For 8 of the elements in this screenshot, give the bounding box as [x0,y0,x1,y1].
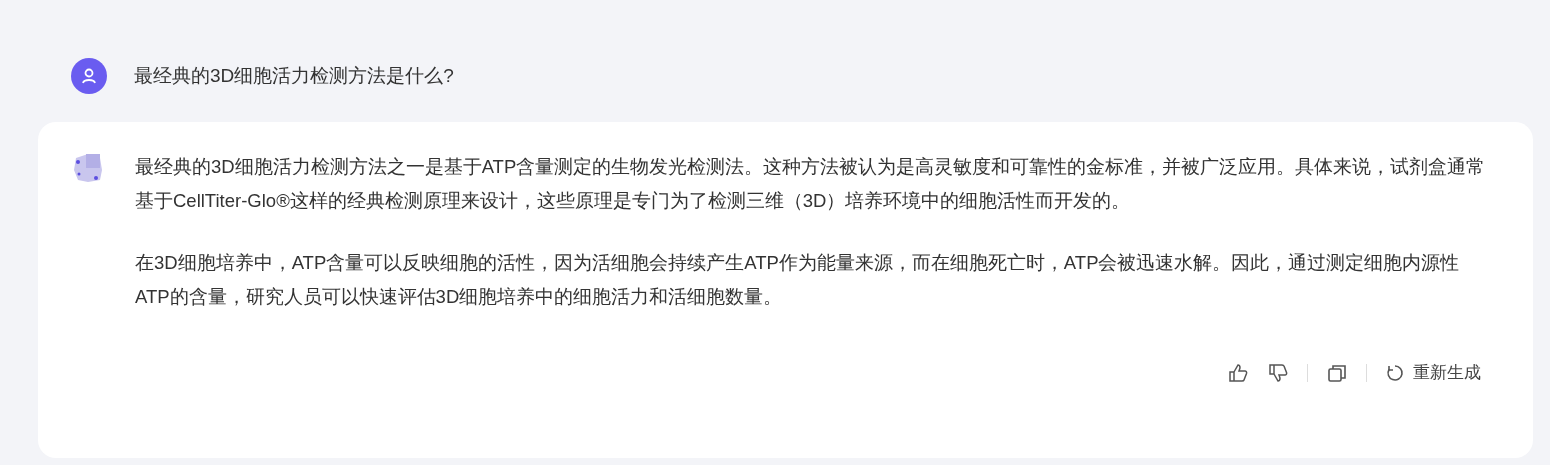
refresh-icon [1385,362,1405,383]
thumbs-down-icon[interactable] [1267,361,1289,384]
reply-paragraph: 最经典的3D细胞活力检测方法之一是基于ATP含量测定的生物发光检测法。这种方法被认为是高灵敏度和可靠性的金标准，并被广泛应用。具体来说，试剂盒通常基于CellTiter-Glo®这样的经典检测原理来设计，这些原理是专门为了检测三维（3D）培养环境中的细胞活性而开发的。 [135,155,1487,213]
user-avatar [71,58,107,94]
user-question: 最经典的3D细胞活力检测方法是什么? [134,64,454,88]
regenerate-button[interactable]: 重新生成 [1385,360,1481,386]
reply-paragraph: 在3D细胞培养中，ATP含量可以反映细胞的活性，因为活细胞会持续产生ATP作为能量来源，而在细胞死亡时，ATP会被迅速水解。因此，通过测定细胞内源性ATP的含量，研究人员可以快速评估3D细胞培养中的细胞活力和活细胞数量。 [135,251,1461,309]
thumbs-up-icon[interactable] [1227,361,1249,384]
